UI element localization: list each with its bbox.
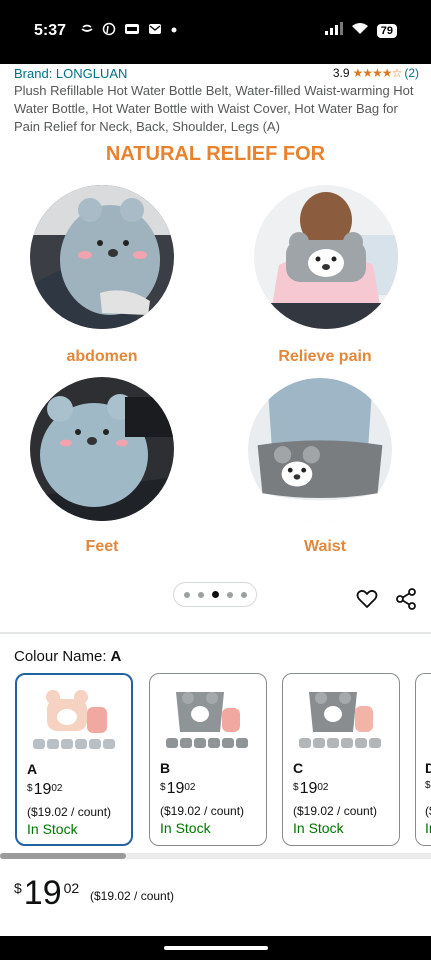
variant-price: $1902 [27,781,62,799]
heart-icon [356,589,378,608]
image-heading: NATURAL RELIEF FOR [105,143,326,165]
variant-stock-status: In Stock [293,820,344,836]
variant-price: $ [425,780,431,791]
price-dollars: 19 [33,781,52,798]
rating-count-link[interactable]: (2) [404,66,419,80]
variant-card-b[interactable]: B $1902 ($19.02 / count) In Stock [149,673,267,846]
share-button[interactable] [395,588,417,610]
colour-selected-value: A [110,648,122,665]
pinterest-icon [102,22,116,39]
price-currency: $ [293,782,299,793]
pager-dot-active[interactable] [211,591,219,598]
price-dollars: 19 [299,780,318,797]
price-cents: 02 [51,783,63,794]
relief-photo-relieve-pain [254,185,398,329]
price-dollars: 19 [23,874,62,912]
variant-scrollbar[interactable] [0,853,431,859]
image-pager[interactable] [173,582,257,607]
variant-price: $1902 [160,780,195,798]
relief-label-feet: Feet [85,538,119,555]
system-icons: 79 [324,22,397,40]
notification-icons [80,22,178,39]
main-unit-price: ($19.02 / count) [90,889,175,903]
more-dot-icon [170,25,178,37]
add-to-list-button[interactable] [356,588,378,610]
variant-thumbnail [162,680,254,758]
variant-thumbnail [295,680,387,758]
price-currency: $ [160,782,166,793]
pager-dot[interactable] [183,591,190,598]
pager-dot[interactable] [197,591,204,598]
variant-stock-status: In Stock [160,820,211,836]
variant-price: $1902 [293,780,328,798]
variant-thumbnail [29,681,121,759]
variant-stock-status: In [425,820,431,836]
variant-name: C [293,760,304,776]
relief-photo-feet [30,377,174,521]
variant-unit-price: ($ [425,804,431,818]
pager-dot[interactable] [240,591,247,598]
variant-unit-price: ($19.02 / count) [160,804,245,818]
home-indicator[interactable] [164,946,268,950]
variant-name: D [425,760,431,776]
price-cents: 02 [184,782,196,793]
main-price: $ 19 02 [14,874,79,913]
variant-name: B [160,760,171,776]
price-cents: 02 [63,880,80,896]
signal-icon [324,22,343,40]
relief-photo-waist [248,378,392,522]
price-cents: 02 [317,782,329,793]
relief-photo-abdomen [30,185,174,329]
product-image[interactable]: NATURAL RELIEF FOR abdomen Relieve pain … [0,140,431,572]
variant-card-c[interactable]: C $1902 ($19.02 / count) In Stock [282,673,400,846]
rating[interactable]: 3.9 ★★★★☆ (2) [333,66,419,80]
section-divider [0,632,431,634]
price-currency: $ [14,880,22,896]
price-currency: $ [27,783,33,794]
variant-stock-status: In Stock [27,821,78,837]
home-bar [0,936,431,960]
battery-icon: 79 [376,24,397,38]
status-bar: 5:37 79 [0,0,431,64]
mail-icon [148,23,162,38]
colour-name-label: Colour Name: A [14,648,121,665]
star-rating-icon: ★★★★☆ [352,66,403,80]
relief-label-waist: Waist [303,538,347,555]
brand-row: Brand: LONGLUAN 3.9 ★★★★☆ (2) [14,66,419,82]
rating-value: 3.9 [332,66,350,80]
variant-card-a[interactable]: A $1902 ($19.02 / count) In Stock [15,673,133,846]
relief-label-abdomen: abdomen [66,348,138,365]
status-time: 5:37 [34,22,67,39]
share-icon [396,588,416,610]
temu-icon [124,22,140,39]
price-dollars: 19 [166,780,185,797]
variant-unit-price: ($19.02 / count) [27,805,112,819]
product-title: Plush Refillable Hot Water Bottle Belt, … [14,83,414,134]
wifi-icon [351,22,369,40]
variant-unit-price: ($19.02 / count) [293,804,378,818]
colour-label-text: Colour Name: [14,648,107,665]
variant-scrollbar-thumb[interactable] [0,853,126,859]
variant-card-d[interactable]: D $ ($ In [415,673,431,846]
tiktok-icon [80,22,94,39]
variant-name: A [27,761,38,777]
brand-link[interactable]: Brand: LONGLUAN [14,66,127,81]
pager-dot[interactable] [226,591,233,598]
relief-label-relieve-pain: Relieve pain [278,348,372,365]
